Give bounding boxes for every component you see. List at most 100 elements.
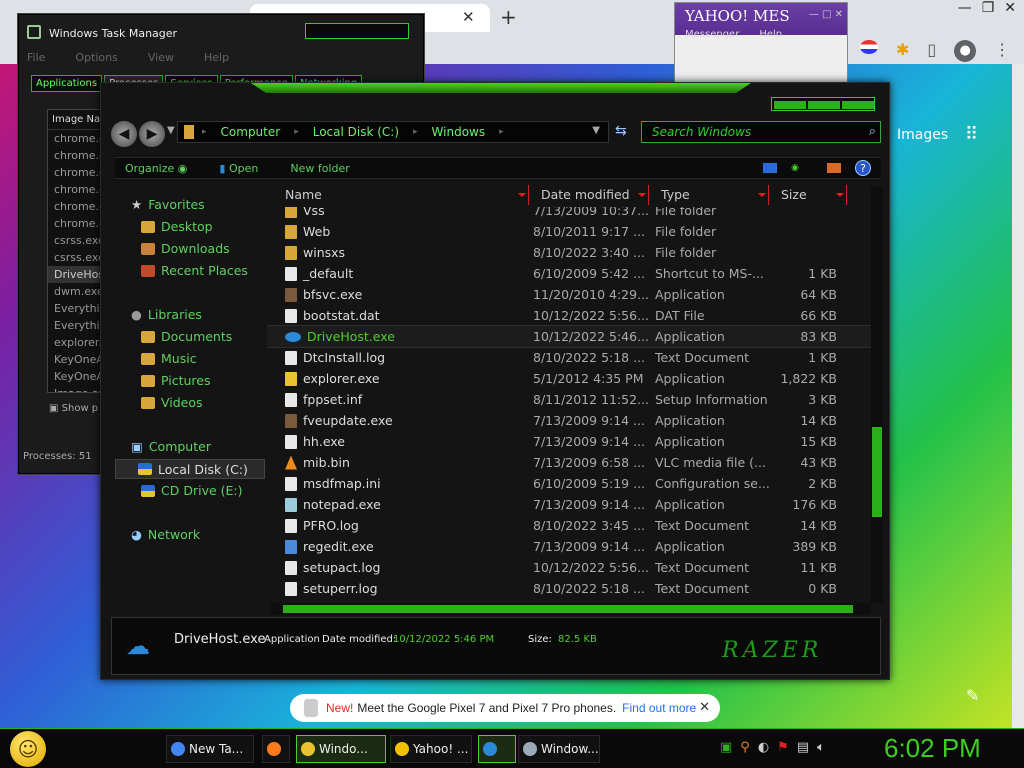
find-out-more-link[interactable]: Find out more [622, 701, 696, 715]
menu-view[interactable]: View [148, 51, 174, 64]
column-date-modified[interactable]: Date modified [529, 185, 649, 205]
search-input[interactable]: Search Windows ⌕ [641, 121, 881, 143]
file-row[interactable]: DtcInstall.log 8/10/2022 5:18 ... Text Doc… [267, 347, 871, 368]
nav-network[interactable]: ◕ Network [131, 527, 200, 542]
file-row[interactable]: explorer.exe 5/1/2012 4:35 PM Application 1… [267, 368, 871, 389]
file-row[interactable]: _default 6/10/2009 5:42 ... Shortcut to MS… [267, 263, 871, 284]
file-row[interactable]: regedit.exe 7/13/2009 9:14 ... Application… [267, 536, 871, 557]
address-dropdown-icon[interactable]: ▼ [592, 125, 600, 136]
menu-file[interactable]: File [27, 51, 45, 64]
file-row[interactable]: setupact.log 10/12/2022 5:56... Text Docum… [267, 557, 871, 578]
clock[interactable]: 6:02 PM [884, 733, 981, 764]
column-size[interactable]: Size [769, 185, 847, 205]
search-icon[interactable]: ⚲ [740, 740, 750, 755]
notification-close-icon[interactable]: ✕ [699, 699, 710, 715]
apps-grid-icon[interactable]: ⠿ [965, 124, 978, 145]
file-row[interactable]: bfsvc.exe 11/20/2010 4:29... Application 64… [267, 284, 871, 305]
minimize-button[interactable] [774, 101, 806, 109]
flag-icon[interactable] [860, 40, 878, 54]
start-button[interactable]: ☺ [10, 731, 46, 767]
breadcrumb-separator[interactable]: ▸ [499, 127, 504, 137]
volume-icon[interactable]: 🔈︎ [817, 740, 825, 755]
new-tab-button[interactable]: + [500, 5, 517, 29]
menu-help[interactable]: Help [759, 29, 782, 40]
change-view-icon[interactable] [763, 163, 778, 173]
file-row[interactable]: PFRO.log 8/10/2022 3:45 ... Text Document 1… [267, 515, 871, 536]
maximize-button[interactable] [808, 101, 840, 109]
show-all-processes-checkbox[interactable]: ▣ Show p [49, 403, 98, 414]
network-icon[interactable]: ▤ [797, 740, 809, 755]
nav-pictures[interactable]: Pictures [141, 373, 211, 388]
menu-options[interactable]: Options [75, 51, 117, 64]
nav-favorites[interactable]: ★ Favorites [131, 197, 205, 212]
file-row[interactable]: hh.exe 7/13/2009 9:14 ... Application 15 KB [267, 431, 871, 452]
images-link[interactable]: Images [897, 127, 948, 143]
nav-libraries[interactable]: ● Libraries [131, 307, 202, 322]
recent-pages-dropdown[interactable]: ▼ [167, 125, 175, 136]
breadcrumb-local-disk[interactable]: Local Disk (C:) [313, 125, 399, 139]
taskbar-button[interactable] [478, 735, 516, 763]
scroll-thumb[interactable] [283, 605, 853, 613]
scroll-thumb[interactable] [872, 427, 882, 517]
close-button[interactable] [842, 101, 874, 109]
menu-messenger[interactable]: Messenger [685, 29, 739, 40]
nav-local-disk[interactable]: Local Disk (C:) [115, 459, 265, 479]
file-row[interactable]: mib.bin 7/13/2009 6:58 ... VLC media file … [267, 452, 871, 473]
nav-cd-drive[interactable]: CD Drive (E:) [141, 483, 243, 498]
file-row[interactable]: Web 8/10/2011 9:17 ... File folder [267, 221, 871, 242]
taskbar-button[interactable]: Yahoo! ... [390, 735, 472, 763]
maximize-button[interactable]: ❐ [982, 0, 995, 16]
browser-scrollbar[interactable] [1012, 64, 1024, 734]
nav-music[interactable]: Music [141, 351, 197, 366]
nav-downloads[interactable]: Downloads [141, 241, 230, 256]
preview-pane-icon[interactable] [827, 163, 841, 173]
tab-close-icon[interactable]: ✕ [462, 8, 475, 26]
new-folder-button[interactable]: New folder [290, 162, 349, 175]
breadcrumb-separator[interactable]: ▸ [413, 127, 418, 137]
file-row[interactable]: winsxs 8/10/2022 3:40 ... File folder [267, 242, 871, 263]
file-row[interactable]: fppset.inf 8/11/2012 11:52... Setup Inform… [267, 389, 871, 410]
breadcrumb-computer[interactable]: Computer [221, 125, 281, 139]
breadcrumb-separator[interactable]: ▸ [294, 127, 299, 137]
file-row[interactable]: msdfmap.ini 6/10/2009 5:19 ... Configurati… [267, 473, 871, 494]
organize-button[interactable]: Organize ◉ [125, 162, 187, 175]
taskbar-button[interactable]: Window... [518, 735, 600, 763]
refresh-icon[interactable]: ⇆ [615, 123, 627, 139]
menu-icon[interactable]: ⋮ [994, 40, 1010, 62]
nav-recent-places[interactable]: Recent Places [141, 263, 248, 278]
tab-applications[interactable]: Applications [31, 75, 103, 92]
nav-videos[interactable]: Videos [141, 395, 203, 410]
taskbar-button[interactable] [262, 735, 290, 763]
window-controls[interactable] [305, 23, 409, 39]
back-button[interactable]: ◀ [111, 121, 137, 147]
tray-green-icon[interactable]: ▣ [720, 740, 732, 755]
help-button[interactable]: ? [855, 160, 871, 176]
view-options-icon[interactable]: ◉ [791, 163, 799, 173]
file-row[interactable]: fveupdate.exe 7/13/2009 9:14 ... Applicati… [267, 410, 871, 431]
search-icon[interactable]: ⌕ [869, 122, 876, 142]
close-button[interactable]: ✕ [1004, 0, 1016, 16]
tray-circle-icon[interactable]: ◐ [758, 740, 769, 755]
nav-documents[interactable]: Documents [141, 329, 232, 344]
yahoo-window-controls[interactable]: — □ ✕ [809, 9, 843, 20]
flag-icon[interactable]: ⚑ [777, 740, 789, 755]
file-row[interactable]: setuperr.log 8/10/2022 5:18 ... Text Docum… [267, 578, 871, 599]
file-row[interactable]: notepad.exe 7/13/2009 9:14 ... Application… [267, 494, 871, 515]
address-bar[interactable]: ▸ Computer ▸ Local Disk (C:) ▸ Windows ▸… [177, 121, 609, 143]
breadcrumb-separator[interactable]: ▸ [202, 127, 207, 137]
minimize-button[interactable]: — [958, 0, 972, 16]
menu-help[interactable]: Help [204, 51, 229, 64]
horizontal-scrollbar[interactable] [271, 603, 871, 615]
breadcrumb-windows[interactable]: Windows [432, 125, 486, 139]
nav-desktop[interactable]: Desktop [141, 219, 213, 234]
file-row[interactable]: bootstat.dat 10/12/2022 5:56... DAT File 66… [267, 305, 871, 326]
vertical-scrollbar[interactable] [871, 187, 883, 603]
file-row[interactable]: DriveHost.exe 10/12/2022 5:46... Applicati… [267, 325, 871, 348]
extensions-icon[interactable]: ✱ [896, 40, 909, 62]
sidepanel-icon[interactable]: ▯ [927, 40, 936, 62]
column-type[interactable]: Type [649, 185, 769, 205]
open-button[interactable]: ▮ Open [219, 162, 258, 175]
taskbar-button[interactable]: New Ta... [166, 735, 254, 763]
pencil-icon[interactable]: ✎ [966, 686, 979, 705]
file-row[interactable]: Vss 7/13/2009 10:37... File folder [267, 207, 871, 221]
